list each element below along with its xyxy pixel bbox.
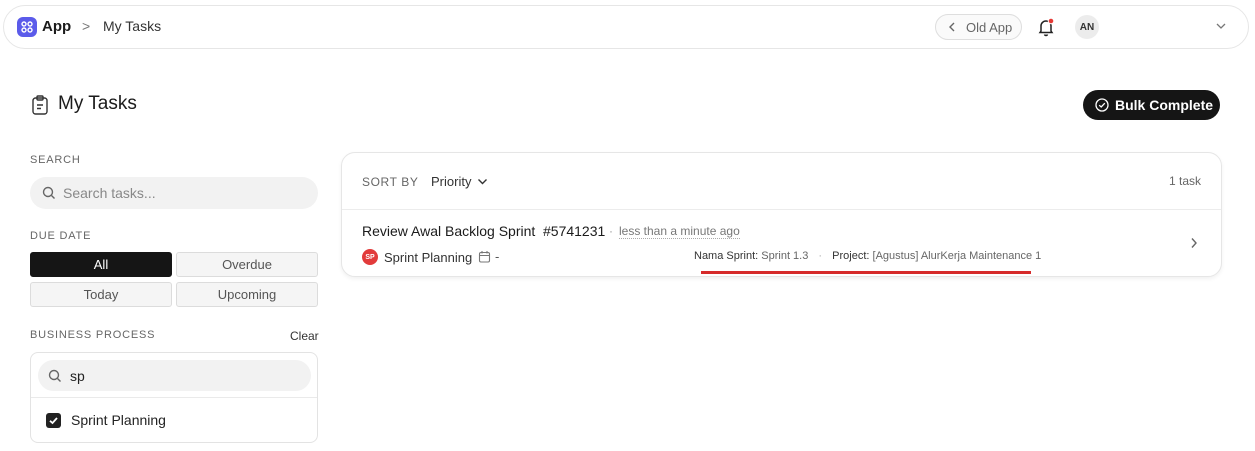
app-logo-icon[interactable] bbox=[17, 17, 37, 37]
task-title[interactable]: Review Awal Backlog Sprint bbox=[362, 223, 535, 239]
bulk-complete-button[interactable]: Bulk Complete bbox=[1083, 90, 1220, 120]
divider bbox=[342, 209, 1221, 210]
task-id: #5741231 bbox=[543, 223, 606, 239]
meta-value-sprint: Sprint 1.3 bbox=[761, 250, 809, 262]
notification-bell-icon[interactable] bbox=[1036, 17, 1056, 37]
old-app-label: Old App bbox=[966, 19, 1013, 35]
business-process-filter-card: sp Sprint Planning bbox=[30, 352, 318, 443]
clipboard-icon bbox=[32, 95, 48, 115]
clear-business-process-link[interactable]: Clear bbox=[290, 329, 319, 343]
search-icon bbox=[42, 186, 55, 199]
breadcrumb-current-page: My Tasks bbox=[103, 18, 162, 34]
chevron-left-icon bbox=[949, 22, 955, 32]
due-filter-upcoming[interactable]: Upcoming bbox=[176, 282, 318, 307]
app-name[interactable]: App bbox=[42, 18, 71, 35]
task-search-input[interactable] bbox=[63, 185, 293, 201]
task-due-date: - bbox=[495, 249, 500, 264]
chevron-right-icon[interactable] bbox=[1189, 237, 1199, 249]
page-title: My Tasks bbox=[58, 93, 137, 114]
business-process-search-input[interactable]: sp bbox=[38, 360, 311, 391]
check-circle-icon bbox=[1095, 98, 1109, 112]
task-metadata: Nama Sprint: Sprint 1.3 · Project: [Agus… bbox=[694, 250, 1041, 262]
bulk-complete-label: Bulk Complete bbox=[1115, 97, 1214, 113]
business-process-search-value: sp bbox=[70, 367, 85, 384]
divider bbox=[31, 397, 317, 398]
meta-key-project: Project: bbox=[832, 250, 870, 262]
task-timestamp: less than a minute ago bbox=[619, 224, 740, 239]
old-app-button[interactable]: Old App bbox=[935, 14, 1022, 40]
task-search-box[interactable] bbox=[30, 177, 318, 209]
calendar-icon bbox=[478, 251, 491, 263]
task-count: 1 task bbox=[1168, 174, 1201, 188]
meta-separator: · bbox=[818, 250, 823, 262]
sort-by-label: SORT BY bbox=[362, 175, 419, 189]
sort-by-dropdown[interactable]: Priority bbox=[431, 174, 488, 189]
search-icon bbox=[48, 369, 61, 382]
chevron-down-icon[interactable] bbox=[1215, 20, 1227, 32]
task-separator: · bbox=[609, 224, 613, 238]
search-section-label: SEARCH bbox=[30, 154, 81, 166]
meta-value-project: [Agustus] AlurKerja Maintenance 1 bbox=[872, 250, 1042, 262]
highlight-underline bbox=[701, 271, 1031, 274]
sort-by-value: Priority bbox=[431, 174, 472, 189]
top-bar: App > My Tasks Old App AN bbox=[3, 5, 1249, 49]
business-process-badge: SP bbox=[362, 249, 378, 265]
due-filter-overdue[interactable]: Overdue bbox=[176, 252, 318, 277]
chevron-down-icon bbox=[478, 179, 488, 185]
business-process-section-label: BUSINESS PROCESS bbox=[30, 329, 156, 341]
user-avatar[interactable]: AN bbox=[1075, 15, 1099, 39]
due-filter-today[interactable]: Today bbox=[30, 282, 172, 307]
task-list-panel: SORT BY Priority 1 task Review Awal Back… bbox=[341, 152, 1222, 277]
task-business-process: Sprint Planning bbox=[384, 250, 473, 265]
business-process-item-label[interactable]: Sprint Planning bbox=[71, 412, 166, 428]
due-filter-all[interactable]: All bbox=[30, 252, 172, 277]
breadcrumb-chevron-icon: > bbox=[82, 18, 91, 34]
sprint-planning-checkbox[interactable] bbox=[46, 413, 61, 428]
due-date-section-label: DUE DATE bbox=[30, 230, 92, 242]
meta-key-sprint: Nama Sprint: bbox=[694, 250, 759, 262]
checkmark-icon bbox=[49, 417, 58, 425]
